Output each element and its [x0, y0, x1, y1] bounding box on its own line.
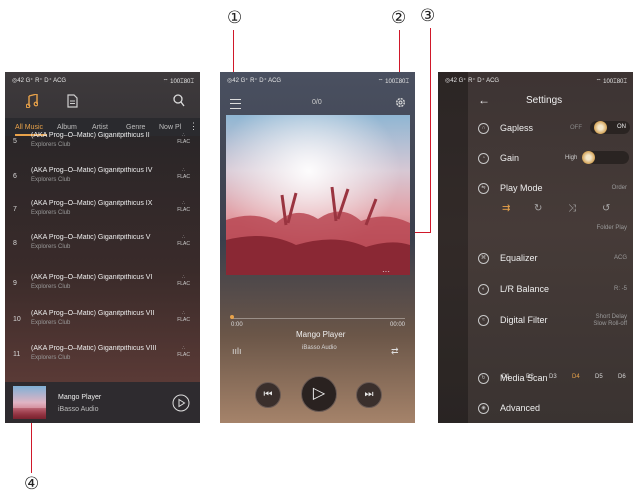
- waveform-icon: ∴: [182, 234, 186, 240]
- mini-artist: iBasso Audio: [58, 406, 99, 413]
- track-row[interactable]: 10 (AKA Prog–O–Matic) Giganitpithicus VI…: [5, 306, 200, 342]
- player-screen: ◎42 G⁺ R⁺ D⁺ ACG ⌔ 100⌶80⌶ 0/0 ··· 0:00 …: [220, 72, 415, 423]
- song-artist: iBasso Audio: [302, 345, 337, 351]
- play-button[interactable]: ▷: [301, 376, 337, 412]
- scan-icon: ↻: [478, 373, 489, 384]
- folder-play-label: Folder Play: [596, 225, 627, 231]
- status-bar: ◎42 G⁺ R⁺ D⁺ ACG ⌔ 100⌶80⌶: [12, 78, 194, 85]
- callout-1: ①: [227, 8, 243, 28]
- seek-handle[interactable]: [230, 315, 234, 319]
- status-bar: ◎42 G⁺ R⁺ D⁺ ACG ⌔ 100⌶80⌶: [445, 78, 627, 85]
- track-row[interactable]: 6 (AKA Prog–O–Matic) Giganitpithicus IV …: [5, 163, 200, 199]
- waveform-icon: ∴: [182, 310, 186, 316]
- play-mode-icon: ⇋: [478, 183, 489, 194]
- callout-4: ④: [24, 474, 40, 494]
- track-list[interactable]: 5 (AKA Prog–O–Matic) Giganitpithicus II …: [5, 132, 200, 382]
- leader-line-3: [430, 28, 431, 233]
- concert-crowd-image: [226, 115, 410, 275]
- gapless-icon: ∩: [478, 123, 489, 134]
- mini-player[interactable]: Mango Player iBasso Audio: [5, 382, 200, 423]
- waveform-icon: ∴: [182, 200, 186, 206]
- library-screen: ◎42 G⁺ R⁺ D⁺ ACG ⌔ 100⌶80⌶ All Music Alb…: [5, 72, 200, 423]
- gain-toggle[interactable]: [582, 151, 629, 164]
- album-art[interactable]: [226, 115, 410, 275]
- gear-icon[interactable]: [395, 97, 406, 108]
- play-circle-icon[interactable]: [172, 394, 190, 412]
- mode-repeat-one-icon[interactable]: ↺: [602, 203, 610, 214]
- filter-option-d4[interactable]: D4: [572, 374, 580, 380]
- track-row[interactable]: 7 (AKA Prog–O–Matic) Giganitpithicus IX …: [5, 196, 200, 232]
- art-more-icon[interactable]: ···: [382, 267, 390, 276]
- library-toolbar: [5, 90, 200, 116]
- track-row[interactable]: 8 (AKA Prog–O–Matic) Giganitpithicus V E…: [5, 230, 200, 266]
- seek-bar[interactable]: [231, 318, 405, 319]
- waveform-icon: ∴: [182, 345, 186, 351]
- filter-option-d3[interactable]: D3: [549, 374, 557, 380]
- track-row[interactable]: 9 (AKA Prog–O–Matic) Giganitpithicus VI …: [5, 270, 200, 306]
- settings-title: Settings: [526, 95, 563, 106]
- music-note-icon[interactable]: [26, 94, 38, 108]
- track-counter: 0/0: [312, 99, 322, 106]
- previous-button[interactable]: ⏮: [255, 382, 281, 408]
- settings-screen: ◎42 G⁺ R⁺ D⁺ ACG ⌔ 100⌶80⌶ ← Settings ∩ …: [438, 72, 633, 423]
- waveform-icon: ∴: [182, 167, 186, 173]
- mode-shuffle-icon[interactable]: ⤨: [568, 203, 576, 214]
- filter-icon: ≈: [478, 315, 489, 326]
- back-arrow-icon[interactable]: ←: [478, 93, 490, 107]
- file-icon[interactable]: [67, 94, 78, 108]
- time-end: 00:00: [390, 322, 406, 328]
- order-mode-icon[interactable]: ⇄: [391, 346, 399, 357]
- gapless-off-label: OFF: [570, 125, 582, 131]
- toggle-knob-icon: [582, 151, 595, 164]
- dimmed-player-edge: [438, 72, 468, 423]
- time-start: 0:00: [231, 322, 243, 328]
- gain-value: High: [565, 155, 578, 161]
- filter-option-d6[interactable]: D6: [618, 374, 626, 380]
- waveform-icon: ∴: [182, 132, 186, 138]
- filter-option-d5[interactable]: D5: [595, 374, 603, 380]
- mode-order-icon[interactable]: ⇉: [502, 203, 510, 214]
- equalizer-icon[interactable]: ıılı: [232, 346, 242, 356]
- callout-3: ③: [420, 6, 436, 26]
- callout-2: ②: [391, 8, 407, 28]
- waveform-icon: ∴: [182, 274, 186, 280]
- equalizer-icon: ⌘: [478, 253, 489, 264]
- mode-repeat-icon[interactable]: ↻: [534, 203, 542, 214]
- toggle-knob-icon: [594, 121, 607, 134]
- search-icon[interactable]: [173, 94, 185, 107]
- song-title: Mango Player: [296, 330, 346, 339]
- menu-icon[interactable]: [230, 99, 241, 109]
- gapless-toggle[interactable]: ON: [590, 121, 630, 134]
- mini-album-art[interactable]: [13, 386, 46, 419]
- track-row[interactable]: 11 (AKA Prog–O–Matic) Giganitpithicus VI…: [5, 341, 200, 377]
- gain-icon: ◔: [478, 153, 489, 164]
- next-button[interactable]: ⏭: [356, 382, 382, 408]
- mini-title: Mango Player: [58, 394, 102, 401]
- balance-icon: ◐: [478, 284, 489, 295]
- status-bar: ◎42 G⁺ R⁺ D⁺ ACG ⌔ 100⌶80⌶: [227, 78, 409, 85]
- advanced-icon: ◉: [478, 403, 489, 414]
- track-row[interactable]: 5 (AKA Prog–O–Matic) Giganitpithicus II …: [5, 128, 200, 164]
